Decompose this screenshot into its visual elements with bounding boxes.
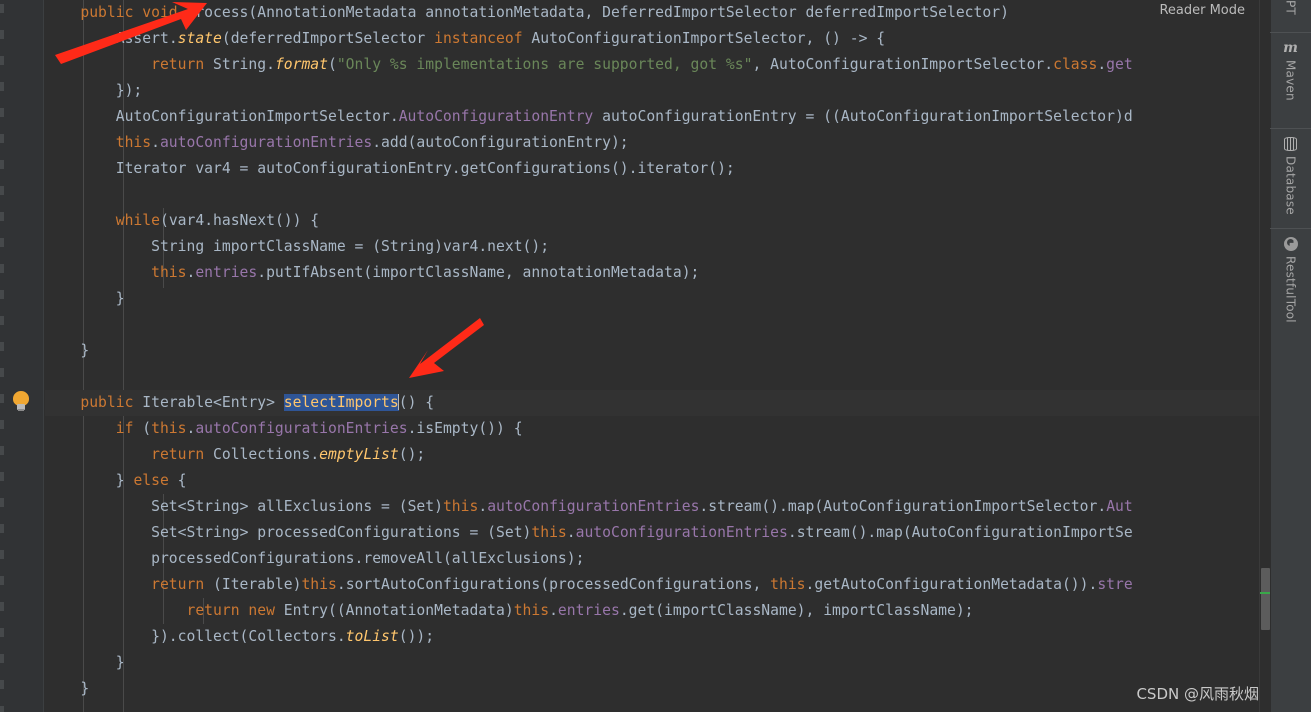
code-line[interactable]: return String.format("Only %s implementa… <box>45 52 1133 78</box>
code-line[interactable]: return new Entry((AnnotationMetadata)thi… <box>45 598 973 624</box>
gutter-line-number <box>0 134 4 143</box>
gutter-line-number <box>0 30 4 39</box>
code-editor-area[interactable]: public void process(AnnotationMetadata a… <box>45 0 1262 712</box>
code-line[interactable]: Iterator var4 = autoConfigurationEntry.g… <box>45 156 735 182</box>
code-line[interactable]: } <box>45 676 89 702</box>
code-line[interactable]: if (this.autoConfigurationEntries.isEmpt… <box>45 416 523 442</box>
gutter-line-number <box>0 212 4 221</box>
csdn-watermark: CSDN @风雨秋烟 <box>1136 685 1259 703</box>
code-line[interactable]: }).collect(Collectors.toList()); <box>45 624 434 650</box>
code-line[interactable]: String importClassName = (String)var4.ne… <box>45 234 549 260</box>
gutter-line-number <box>0 472 4 481</box>
gutter-line-number <box>0 420 4 429</box>
code-line[interactable]: Assert.state(deferredImportSelector inst… <box>45 26 885 52</box>
gutter-line-number <box>0 4 4 13</box>
gutter-line-number <box>0 108 4 117</box>
gutter-line-number <box>0 654 4 663</box>
code-line[interactable]: public Iterable<Entry> selectImports() { <box>45 390 434 416</box>
gutter-line-number <box>0 628 4 637</box>
gutter-line-number <box>0 56 4 65</box>
gutter-line-number <box>0 602 4 611</box>
right-tool-window-bar[interactable]: PT m Maven Database RestfulTool <box>1270 0 1311 712</box>
code-line[interactable]: return Collections.emptyList(); <box>45 442 425 468</box>
code-line[interactable]: } else { <box>45 468 187 494</box>
gutter-line-number <box>0 680 4 689</box>
gutter-line-number <box>0 550 4 559</box>
intention-bulb-icon[interactable] <box>12 391 30 411</box>
database-icon <box>1283 136 1299 152</box>
editor-scrollbar[interactable] <box>1259 0 1271 712</box>
gutter-line-number <box>0 186 4 195</box>
gutter-line-number <box>0 368 4 377</box>
maven-icon: m <box>1283 40 1298 56</box>
ide-editor-window: public void process(AnnotationMetadata a… <box>0 0 1311 712</box>
code-line[interactable]: this.autoConfigurationEntries.add(autoCo… <box>45 130 629 156</box>
code-line[interactable]: processedConfigurations.removeAll(allExc… <box>45 546 584 572</box>
code-line[interactable]: return (Iterable)this.sortAutoConfigurat… <box>45 572 1133 598</box>
code-line[interactable]: while(var4.hasNext()) { <box>45 208 319 234</box>
code-line[interactable]: public void process(AnnotationMetadata a… <box>45 0 1009 26</box>
tool-bar-divider <box>1270 228 1311 229</box>
gutter-line-number <box>0 524 4 533</box>
tool-tab-restfultool-label: RestfulTool <box>1283 256 1298 323</box>
restful-icon <box>1283 236 1299 252</box>
tool-tab-restfultool[interactable]: RestfulTool <box>1270 236 1311 323</box>
gutter-line-number <box>0 706 4 712</box>
code-line[interactable]: } <box>45 286 125 312</box>
gutter-line-number <box>0 446 4 455</box>
tool-tab-pt[interactable]: PT <box>1270 0 1311 15</box>
code-line[interactable]: Set<String> processedConfigurations = (S… <box>45 520 1133 546</box>
tool-bar-divider <box>1270 128 1311 129</box>
code-line[interactable]: Set<String> allExclusions = (Set)this.au… <box>45 494 1133 520</box>
reader-mode-label[interactable]: Reader Mode <box>1153 0 1251 22</box>
gutter-line-number <box>0 264 4 273</box>
tool-tab-database[interactable]: Database <box>1270 136 1311 215</box>
gutter-line-number <box>0 290 4 299</box>
gutter-line-number <box>0 316 4 325</box>
code-line[interactable]: this.entries.putIfAbsent(importClassName… <box>45 260 699 286</box>
gutter-line-number-marks <box>0 0 44 712</box>
gutter-line-number <box>0 238 4 247</box>
tool-tab-database-label: Database <box>1283 156 1298 215</box>
code-line[interactable]: AutoConfigurationImportSelector.AutoConf… <box>45 104 1133 130</box>
tool-tab-maven-label: Maven <box>1283 60 1298 101</box>
tool-tab-maven[interactable]: m Maven <box>1270 40 1311 101</box>
gutter-line-number <box>0 160 4 169</box>
gutter-line-number <box>0 342 4 351</box>
bulb-base-bottom <box>18 409 24 411</box>
code-line[interactable]: } <box>45 650 125 676</box>
gutter-line-number <box>0 82 4 91</box>
selected-token[interactable]: selectImports <box>283 394 399 411</box>
gutter-line-number <box>0 576 4 585</box>
gutter-line-number <box>0 394 4 403</box>
scrollbar-thumb[interactable] <box>1261 568 1270 630</box>
gutter-line-number <box>0 498 4 507</box>
tool-tab-pt-label: PT <box>1283 0 1298 15</box>
tool-bar-divider <box>1270 32 1311 33</box>
code-line[interactable]: } <box>45 338 89 364</box>
editor-gutter[interactable] <box>0 0 44 712</box>
code-line[interactable]: }); <box>45 78 143 104</box>
code-text-layer[interactable]: public void process(AnnotationMetadata a… <box>45 0 1262 712</box>
